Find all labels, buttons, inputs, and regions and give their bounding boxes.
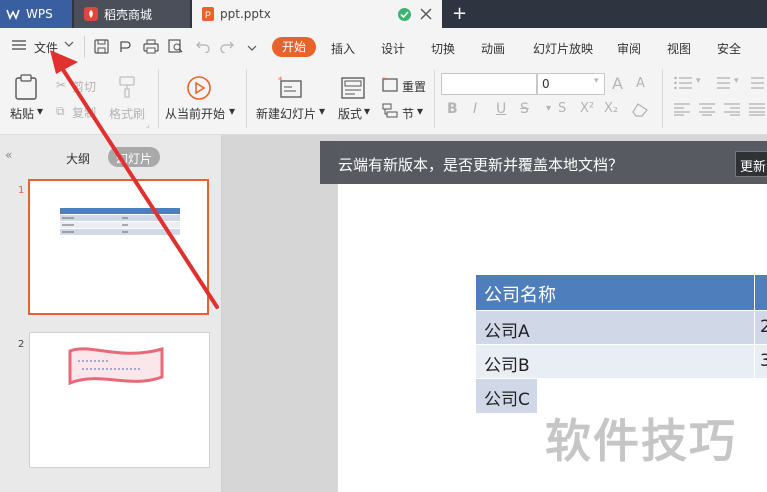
annotation-arrow [50, 50, 219, 309]
